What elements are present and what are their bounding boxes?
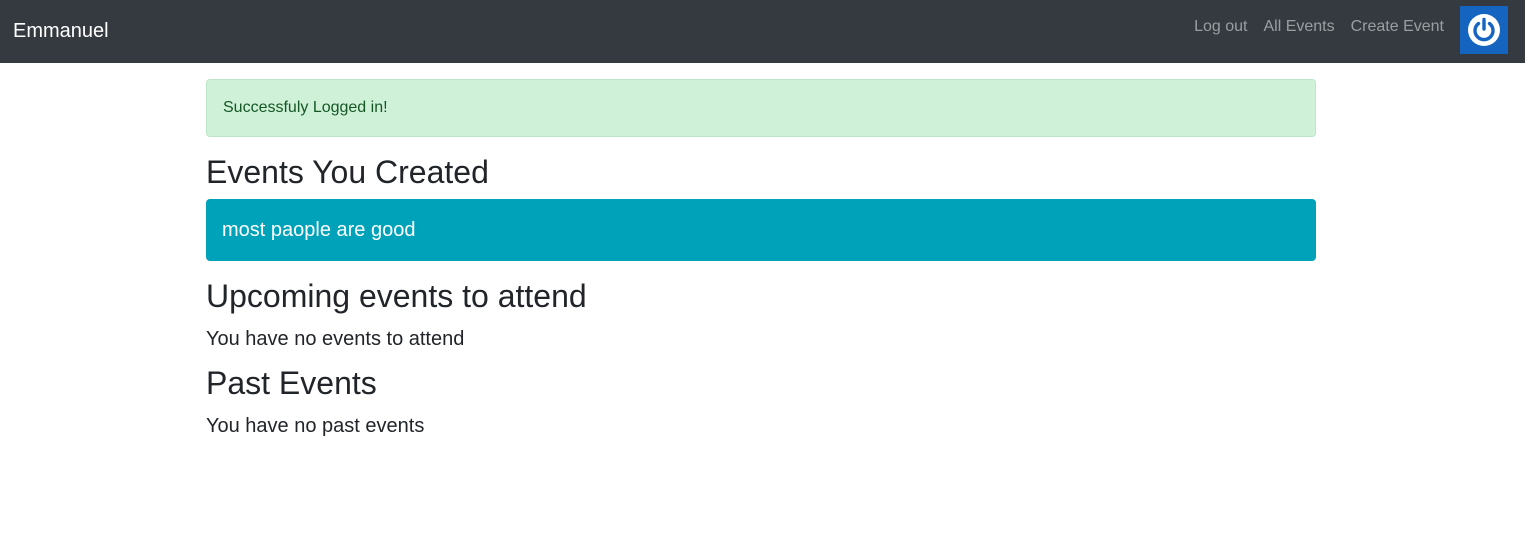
power-icon xyxy=(1468,14,1500,46)
avatar[interactable] xyxy=(1460,6,1508,54)
upcoming-events-heading: Upcoming events to attend xyxy=(206,278,587,314)
success-alert: Successfuly Logged in! xyxy=(206,79,1316,137)
nav-link-create-event[interactable]: Create Event xyxy=(1351,17,1444,37)
top-navbar: Emmanuel Log out All Events Create Event xyxy=(0,0,1525,63)
nav-link-log-out[interactable]: Log out xyxy=(1194,17,1247,37)
main-content: Successfuly Logged in! Events You Create… xyxy=(206,79,1316,438)
upcoming-empty-text: You have no events to attend xyxy=(206,328,465,350)
events-created-heading: Events You Created xyxy=(206,154,489,190)
brand-link[interactable]: Emmanuel xyxy=(13,19,109,43)
nav-links: Log out All Events Create Event xyxy=(1194,6,1508,54)
created-event-item[interactable]: most paople are good xyxy=(206,199,1316,261)
past-events-heading: Past Events xyxy=(206,365,377,401)
alert-message: Successfuly Logged in! xyxy=(223,99,388,116)
nav-link-all-events[interactable]: All Events xyxy=(1263,17,1334,37)
created-event-title: most paople are good xyxy=(222,219,416,241)
past-empty-text: You have no past events xyxy=(206,415,425,437)
